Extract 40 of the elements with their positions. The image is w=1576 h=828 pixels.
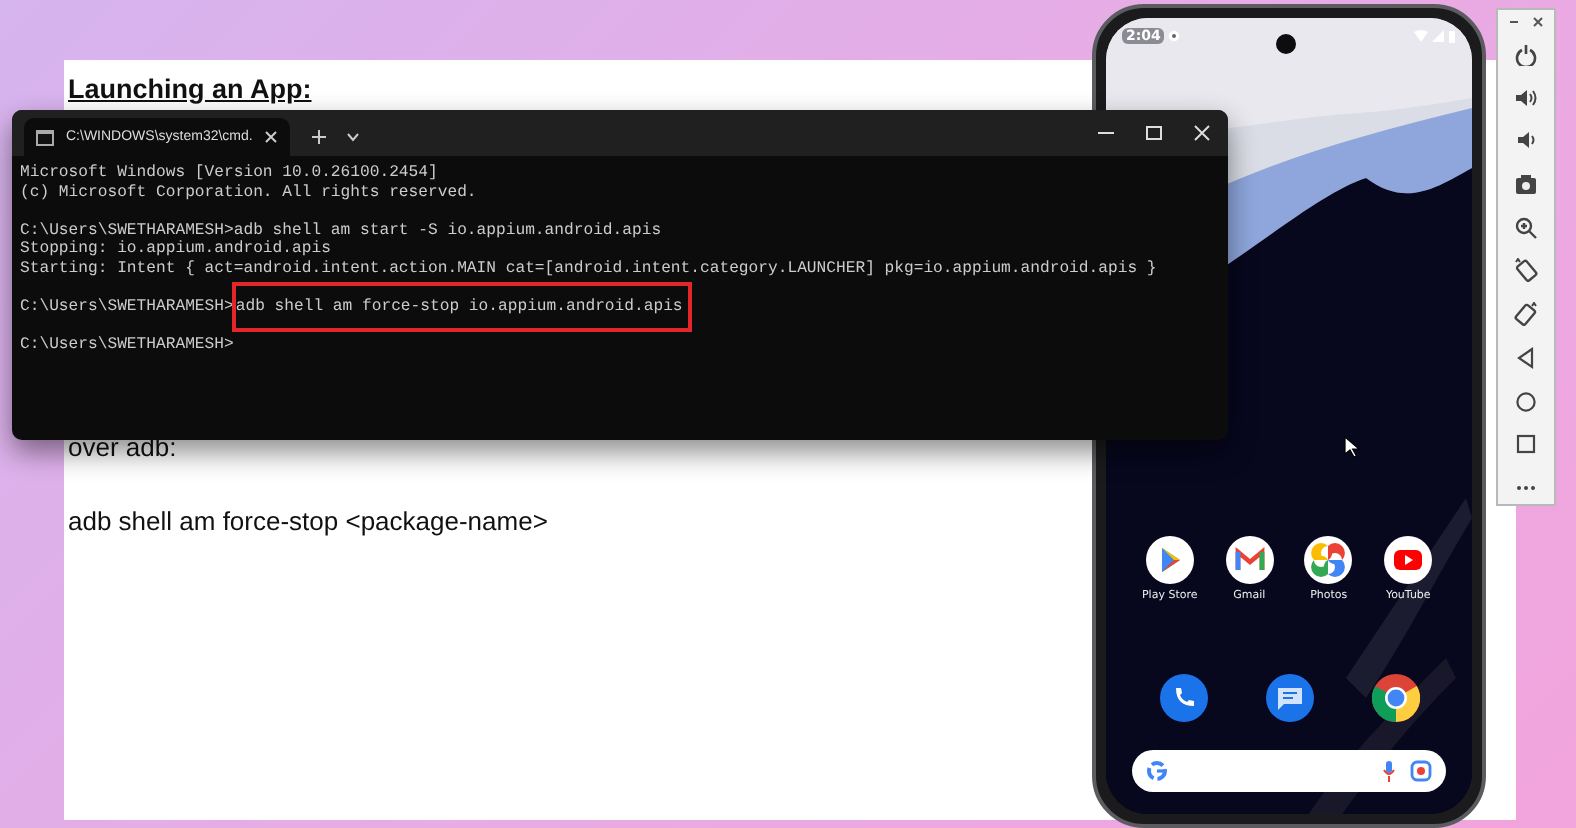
volume-up-icon[interactable] [1514, 85, 1538, 110]
terminal-prompt: C:\Users\SWETHARAMESH> [20, 298, 234, 317]
cursor-icon [1344, 436, 1360, 458]
back-icon[interactable] [1514, 345, 1538, 370]
rotate-left-icon[interactable] [1514, 258, 1538, 283]
document-text: adb shell am force-stop <package-name> [68, 506, 548, 536]
terminal-line: C:\Users\SWETHARAMESH>adb shell am start -S io.appium.android.apis [20, 221, 662, 240]
volume-down-icon[interactable] [1514, 128, 1538, 153]
envelope-icon[interactable] [1225, 536, 1274, 584]
gear-icon [1168, 30, 1181, 42]
dropdown-icon[interactable] [346, 132, 361, 142]
terminal-line: Starting: Intent { act=android.intent.action.MAIN cat=[android.intent.category.LAUNCHER] pkg=io.appium.android.apis } [20, 259, 1157, 280]
phone-icon[interactable] [1159, 674, 1207, 722]
overview-icon[interactable] [1514, 432, 1538, 457]
highlighted-command: adb shell am force-stop io.appium.android.apis [231, 282, 693, 333]
document-heading: Launching an App: [68, 74, 312, 104]
microphone-icon[interactable] [1382, 760, 1396, 782]
maximize-icon[interactable] [1144, 124, 1164, 142]
circle-logo-icon[interactable] [1371, 674, 1419, 722]
search-bar[interactable] [1132, 750, 1446, 792]
terminal-line: C:\Users\SWETHARAMESH> [20, 336, 234, 356]
terminal-line: (c) Microsoft Corporation. All rights reserved. [20, 183, 477, 203]
terminal-line: Stopping: io.appium.android.apis [20, 240, 331, 260]
new-tab-icon[interactable] [310, 128, 329, 146]
camera-icon[interactable] [1514, 172, 1538, 197]
terminal-line: Microsoft Windows [Version 10.0.26100.2454] [20, 164, 438, 184]
camera-lens-icon[interactable] [1410, 760, 1432, 782]
logo-icon [1146, 760, 1168, 782]
pinwheel-icon[interactable] [1304, 536, 1353, 584]
play-button-icon[interactable] [1384, 536, 1433, 584]
rotate-right-icon[interactable] [1514, 302, 1538, 327]
chat-bubble-icon[interactable] [1265, 674, 1313, 722]
zoom-icon[interactable] [1514, 215, 1538, 240]
minimize-icon[interactable] [1508, 16, 1520, 28]
close-icon[interactable] [1532, 16, 1544, 28]
home-icon[interactable] [1514, 389, 1538, 413]
close-tab-icon[interactable] [264, 130, 279, 144]
terminal-icon [36, 129, 54, 145]
document-text: over adb: [68, 432, 177, 462]
power-icon[interactable] [1514, 42, 1538, 66]
